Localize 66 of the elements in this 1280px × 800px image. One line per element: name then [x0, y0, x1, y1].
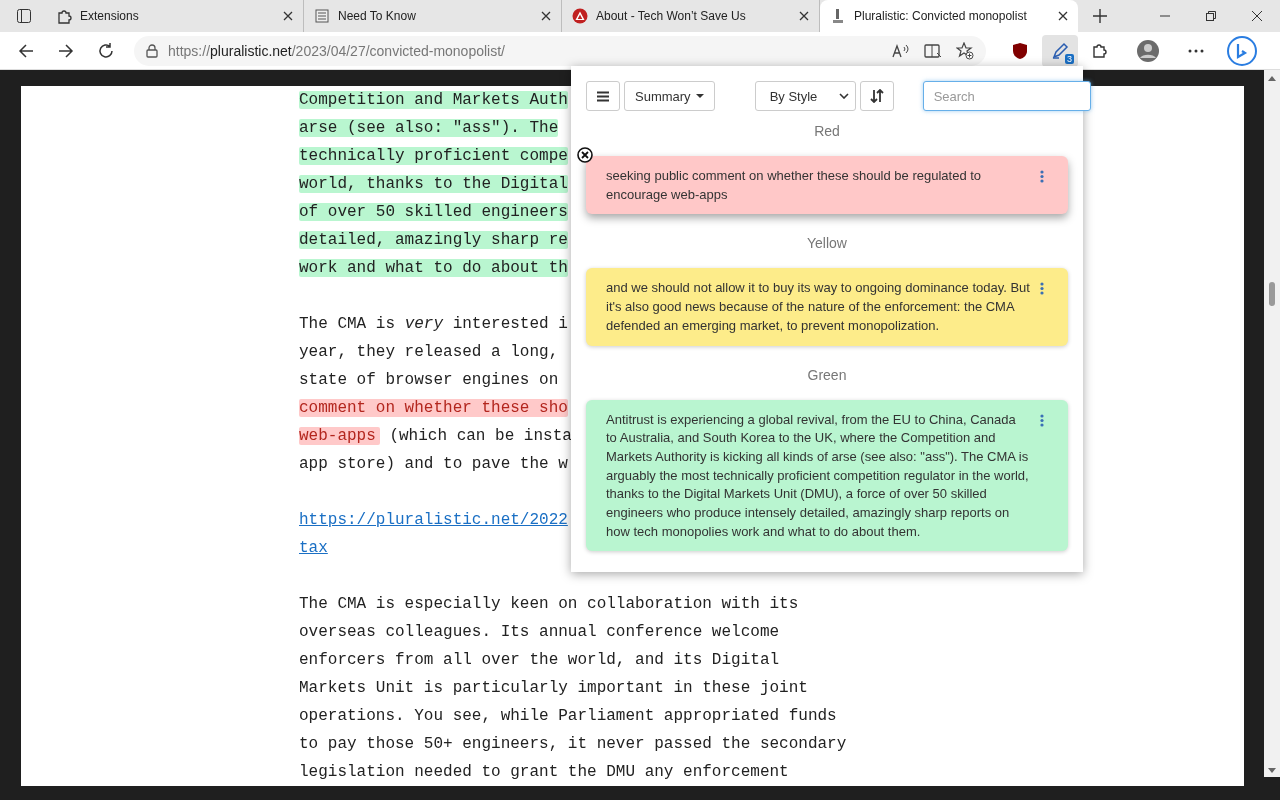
menu-button[interactable]: [586, 81, 620, 111]
article-line: Markets Unit is particularly important in these joint: [299, 678, 808, 699]
highlight-card[interactable]: and we should not allow it to buy its way to ongoing dominance today. But it's also good news because of the nature of the enforcement: the CMA defended an emerging market, to prevent monopolization.: [586, 268, 1068, 346]
caret-icon: [695, 94, 704, 98]
sort-order-button[interactable]: [859, 81, 894, 111]
newspaper-icon: [314, 8, 330, 24]
close-icon[interactable]: [1058, 11, 1068, 21]
kebab-menu-icon[interactable]: [1040, 282, 1044, 296]
down-arrow-icon[interactable]: [1267, 767, 1277, 775]
forward-arrow-icon[interactable]: [57, 41, 75, 60]
more-icon[interactable]: [1188, 48, 1204, 53]
article-line: overseas colleagues. Its annual conference welcome: [299, 622, 780, 643]
sort-arrows-icon: [869, 89, 884, 103]
close-icon[interactable]: [283, 11, 293, 21]
close-icon[interactable]: [1252, 11, 1262, 21]
sort-select[interactable]: By Style: [754, 81, 856, 111]
article-line: to pay those 50+ engineers, it never passed the secondary: [299, 734, 847, 755]
kebab-menu-icon[interactable]: [1040, 413, 1044, 427]
summary-dropdown[interactable]: Summary: [624, 81, 715, 111]
extension-button[interactable]: 3: [1042, 34, 1078, 67]
address-bar[interactable]: https://pluralistic.net/2023/04/27/convicted-monopolist/: [134, 35, 986, 66]
browser-tab[interactable]: Pluralistic: Convicted monopolist: [820, 0, 1078, 32]
article-line: app store) and to pave the w: [299, 454, 568, 475]
article-line: enforcers from all over the world, and its Digital: [299, 650, 780, 671]
restore-icon[interactable]: [1206, 11, 1216, 21]
back-arrow-icon[interactable]: [17, 41, 35, 60]
article-link[interactable]: https://pluralistic.net/2022: [299, 506, 568, 534]
scrollbar[interactable]: [1264, 70, 1280, 777]
menu-icon: [597, 90, 609, 102]
article-line: state of browser engines on: [299, 370, 559, 391]
close-icon[interactable]: [799, 11, 809, 21]
kebab-menu-icon[interactable]: [1040, 170, 1044, 183]
search-field[interactable]: Search: [922, 81, 1091, 111]
read-aloud-icon[interactable]: [892, 42, 910, 59]
article-line: year, they released a long,: [299, 342, 559, 363]
highlight-card[interactable]: Antitrust is experiencing a global revival, from the EU to China, Canada to Australia, and South Korea to the UK, where the Competition and Markets Authority is kicking all kinds of arse (see also: "ass"). The CMA is arguably the most technically proficient competition regulator in the world, thanks to the Digital Markets Unit (DMU), a force of over 50 skilled engineers who produce intensely detailed, amazingly sharp reports on how tech monopolies work and what to do about them.: [586, 399, 1068, 552]
article-line: The CMA is especially keen on collaboration with its: [299, 594, 799, 615]
refresh-icon[interactable]: [97, 41, 115, 60]
article-line: web-apps (which can be insta: [299, 426, 572, 447]
avatar-icon[interactable]: [1136, 38, 1160, 63]
statue-icon: [830, 8, 846, 24]
chevron-down-icon: [838, 93, 849, 99]
group-heading: Green: [806, 366, 848, 385]
close-icon[interactable]: [541, 11, 551, 21]
triangle-logo-icon: [572, 8, 588, 24]
highlighter-pen-icon: [1051, 41, 1069, 60]
article-line: The CMA is very interested i: [299, 314, 568, 335]
lock-icon: [146, 43, 158, 58]
sidebar-icon[interactable]: [16, 8, 32, 24]
count-badge: 3: [1065, 53, 1074, 64]
immersive-reader-icon[interactable]: [924, 42, 942, 59]
shield-icon[interactable]: [1012, 41, 1028, 60]
article-line: legislation needed to grant the DMU any enforcement: [299, 762, 789, 783]
up-arrow-icon[interactable]: [1267, 74, 1277, 82]
remove-circle-icon[interactable]: [577, 147, 593, 163]
puzzle-icon[interactable]: [1091, 41, 1109, 60]
group-heading: Red: [813, 123, 841, 141]
scroll-thumb[interactable]: [1269, 282, 1275, 306]
plus-icon[interactable]: [1093, 9, 1107, 23]
article-line: operations. You see, while Parliament appropriated funds: [299, 706, 837, 727]
group-heading: Yellow: [806, 235, 848, 254]
article-link[interactable]: tax: [299, 534, 328, 562]
bing-logo-icon[interactable]: [1227, 35, 1257, 66]
puzzle-icon: [56, 8, 72, 24]
highlight-card[interactable]: seeking public comment on whether these should be regulated to encourage web-apps: [586, 156, 1068, 215]
favorite-star-icon[interactable]: [956, 41, 974, 60]
